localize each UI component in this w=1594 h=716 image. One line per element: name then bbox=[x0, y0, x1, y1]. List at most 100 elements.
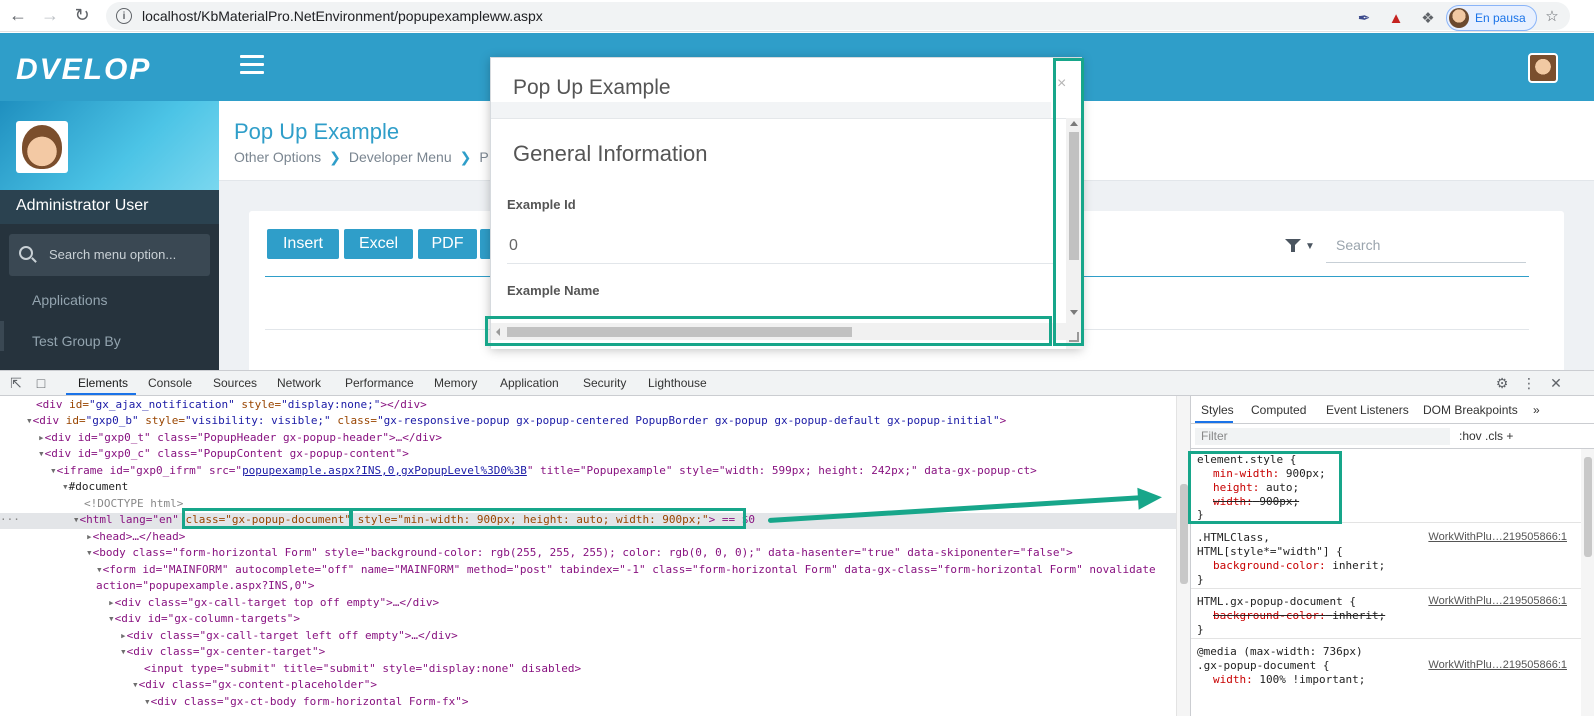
excel-button[interactable]: Excel bbox=[344, 229, 413, 259]
dom-node[interactable]: ▸<div class="gx-call-target top off empt… bbox=[108, 596, 439, 612]
sidebar-user-bar: Administrator User bbox=[0, 190, 219, 224]
dom-node[interactable]: ▾<div id="gxp0_b" style="visibility: vis… bbox=[26, 414, 1006, 430]
dom-node[interactable]: ▾<div class="gx-center-target"> bbox=[120, 645, 325, 661]
dom-node[interactable]: ▸<head>…</head> bbox=[86, 530, 185, 546]
tab-elements[interactable]: Elements bbox=[78, 376, 128, 390]
pdf-extension-icon[interactable]: ▲ bbox=[1382, 4, 1410, 32]
tab-security[interactable]: Security bbox=[583, 376, 626, 390]
example-id-field[interactable]: 0 bbox=[509, 237, 518, 255]
tab-network[interactable]: Network bbox=[277, 376, 321, 390]
dom-node[interactable]: ▾#document bbox=[62, 480, 128, 496]
dom-tree: <div id="gx_ajax_notification" style="di… bbox=[0, 396, 1176, 716]
devtools-tabbar: ⇱ □ Elements Console Sources Network Per… bbox=[0, 371, 1594, 396]
tab-console[interactable]: Console bbox=[148, 376, 192, 390]
style-declaration[interactable]: min-width: 900px; bbox=[1213, 467, 1326, 481]
tab-sources[interactable]: Sources bbox=[213, 376, 257, 390]
resize-grip-icon[interactable] bbox=[1069, 332, 1079, 342]
vertical-scrollbar[interactable] bbox=[1066, 118, 1083, 349]
scroll-thumb[interactable] bbox=[507, 327, 852, 337]
reload-icon[interactable]: ↻ bbox=[68, 2, 96, 30]
dom-scrollbar[interactable] bbox=[1176, 396, 1190, 716]
dom-node-selected[interactable]: ··· ▾<html lang="en" class="gx-popup-docu… bbox=[0, 513, 1176, 529]
scroll-thumb[interactable] bbox=[1180, 484, 1188, 584]
sidebar-item-test-group-by[interactable]: Test Group By bbox=[32, 333, 121, 349]
more-tabs-icon[interactable]: » bbox=[1533, 403, 1540, 417]
header-user-avatar[interactable] bbox=[1528, 53, 1558, 83]
gear-icon[interactable]: ⚙ bbox=[1494, 375, 1510, 391]
tab-performance[interactable]: Performance bbox=[345, 376, 414, 390]
menu-search-input[interactable]: Search menu option... bbox=[9, 234, 210, 276]
scroll-left-icon[interactable] bbox=[496, 328, 500, 336]
dom-node[interactable]: ▸<div class="gx-call-target left off emp… bbox=[120, 629, 458, 645]
close-icon[interactable]: ✕ bbox=[1548, 375, 1564, 391]
dom-node[interactable]: <!DOCTYPE html> bbox=[84, 497, 183, 513]
tab-dom-breakpoints[interactable]: DOM Breakpoints bbox=[1423, 403, 1518, 417]
dom-node[interactable]: ▾<form id="MAINFORM" autocomplete="off" … bbox=[96, 563, 1156, 579]
hamburger-menu-icon[interactable] bbox=[240, 55, 264, 75]
profile-button[interactable]: En pausa bbox=[1446, 5, 1537, 31]
dom-node[interactable]: ▸<div id="gxp0_t" class="PopupHeader gx-… bbox=[38, 431, 442, 447]
grid-search-input[interactable]: Search bbox=[1326, 231, 1526, 263]
scroll-thumb[interactable] bbox=[1584, 457, 1592, 557]
scroll-down-icon[interactable] bbox=[1070, 310, 1078, 315]
insert-button[interactable]: Insert bbox=[267, 229, 339, 259]
dom-node[interactable]: action="popupexample.aspx?INS,0"> bbox=[96, 579, 315, 595]
annotation-arrow-head bbox=[1137, 486, 1163, 510]
styles-filter-input[interactable]: Filter bbox=[1195, 428, 1450, 445]
horizontal-scrollbar[interactable] bbox=[491, 323, 1066, 340]
dom-node[interactable]: <input type="submit" title="submit" styl… bbox=[144, 662, 581, 678]
dom-node[interactable]: <div id="gx_ajax_notification" style="di… bbox=[36, 398, 427, 414]
close-icon[interactable]: × bbox=[1057, 75, 1066, 93]
scroll-thumb[interactable] bbox=[1069, 132, 1079, 260]
breadcrumb-item[interactable]: Developer Menu bbox=[349, 149, 452, 165]
info-icon[interactable]: i bbox=[116, 8, 132, 24]
tab-event-listeners[interactable]: Event Listeners bbox=[1326, 403, 1409, 417]
dom-node[interactable]: ▾<div class="gx-ct-body form-horizontal … bbox=[144, 695, 469, 711]
sidebar-item-applications[interactable]: Applications bbox=[32, 292, 108, 308]
style-rule-htmlclass: .HTMLClass, WorkWithPlu…219505866:1 HTML… bbox=[1191, 529, 1581, 589]
tab-styles[interactable]: Styles bbox=[1201, 403, 1234, 417]
chevron-right-icon: ❯ bbox=[459, 149, 472, 165]
section-title: General Information bbox=[513, 141, 708, 166]
style-declaration-overridden[interactable]: background-color: inherit; bbox=[1213, 609, 1385, 623]
scroll-up-icon[interactable] bbox=[1070, 121, 1078, 126]
tab-computed[interactable]: Computed bbox=[1251, 403, 1306, 417]
dom-node[interactable]: ▾<iframe id="gxp0_ifrm" src="popupexampl… bbox=[50, 464, 1037, 480]
dom-node[interactable]: ▾<body class="form-horizontal Form" styl… bbox=[86, 546, 1073, 562]
style-declaration[interactable]: height: auto; bbox=[1213, 481, 1299, 495]
style-declaration[interactable]: width: 100% !important; bbox=[1213, 673, 1365, 687]
filter-options[interactable]: :hov .cls + bbox=[1459, 429, 1513, 443]
back-icon[interactable]: ← bbox=[4, 2, 32, 30]
styles-filter-bar: Filter :hov .cls + bbox=[1191, 425, 1594, 449]
kebab-menu-icon[interactable]: ⋮ bbox=[1521, 375, 1537, 391]
tab-memory[interactable]: Memory bbox=[434, 376, 477, 390]
breadcrumb-item[interactable]: Other Options bbox=[234, 149, 321, 165]
filter-icon[interactable] bbox=[1285, 239, 1301, 253]
rule-source-link[interactable]: WorkWithPlu…219505866:1 bbox=[1428, 531, 1567, 543]
puzzle-icon[interactable]: ❖ bbox=[1414, 4, 1442, 32]
device-toggle-icon[interactable]: □ bbox=[33, 375, 49, 391]
tab-application[interactable]: Application bbox=[500, 376, 559, 390]
dom-node[interactable]: ▾<div id="gx-column-targets"> bbox=[108, 612, 300, 628]
styles-scrollbar[interactable] bbox=[1581, 449, 1594, 716]
inspect-icon[interactable]: ⇱ bbox=[8, 375, 24, 391]
rule-source-link[interactable]: WorkWithPlu…219505866:1 bbox=[1428, 595, 1567, 607]
dom-node[interactable]: ▾<div id="gxp0_c" class="PopupContent gx… bbox=[38, 447, 409, 463]
rule-selector: .gx-popup-document { bbox=[1197, 659, 1330, 672]
iframe-src-link[interactable]: popupexample.aspx?INS,0,gxPopupLevel%3D0… bbox=[242, 464, 527, 477]
eyedropper-icon[interactable]: ✒ bbox=[1350, 4, 1378, 32]
caret-down-icon[interactable]: ▼ bbox=[1305, 241, 1315, 252]
styles-tabbar: Styles Computed Event Listeners DOM Brea… bbox=[1191, 396, 1594, 424]
field-label-example-id: Example Id bbox=[507, 197, 576, 212]
rule-source-link[interactable]: WorkWithPlu…219505866:1 bbox=[1428, 659, 1567, 671]
style-declaration-overridden[interactable]: width: 900px; bbox=[1213, 495, 1299, 509]
breadcrumb-item[interactable]: P bbox=[479, 149, 488, 165]
style-rule-media: @media (max-width: 736px) .gx-popup-docu… bbox=[1191, 643, 1581, 703]
tab-lighthouse[interactable]: Lighthouse bbox=[648, 376, 707, 390]
app-logo[interactable]: DVELOP bbox=[16, 53, 151, 87]
rule-selector: element.style { bbox=[1197, 453, 1297, 466]
forward-icon[interactable]: → bbox=[36, 2, 64, 30]
dom-node[interactable]: ▾<div class="gx-content-placeholder"> bbox=[132, 678, 377, 694]
pdf-button[interactable]: PDF bbox=[418, 229, 477, 259]
style-declaration[interactable]: background-color: inherit; bbox=[1213, 559, 1385, 573]
